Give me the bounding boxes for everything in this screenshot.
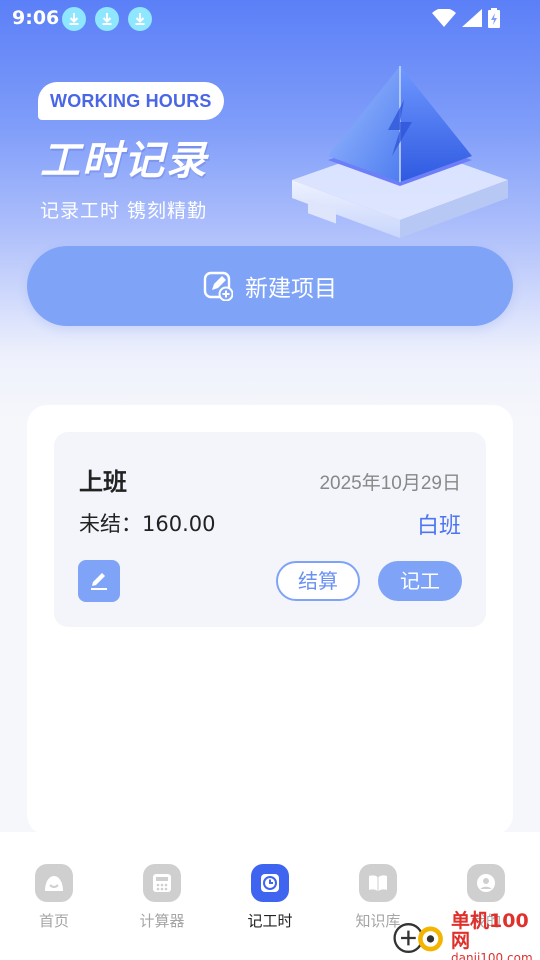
status-bar: 9:06 xyxy=(0,0,540,36)
nav-work-hours[interactable]: 记工时 xyxy=(216,864,324,931)
profile-icon xyxy=(467,864,505,902)
nav-label-work-hours: 记工时 xyxy=(247,912,293,930)
edit-button[interactable] xyxy=(78,560,120,602)
project-card[interactable]: 上班 2025年10月29日 未结：160.00 白班 结算 记工 xyxy=(54,432,486,627)
battery-icon xyxy=(488,8,500,28)
watermark-name: 单机100网 xyxy=(451,910,529,952)
book-icon xyxy=(359,864,397,902)
new-project-button[interactable]: 新建项目 xyxy=(27,246,513,326)
download-icon xyxy=(128,7,152,31)
watermark-logo: 单机100网 danji100.com xyxy=(390,911,540,960)
log-work-button[interactable]: 记工 xyxy=(378,561,462,601)
pencil-icon xyxy=(91,573,107,590)
home-icon xyxy=(35,864,73,902)
shift-type: 白班 xyxy=(416,514,461,539)
unsettled-amount: 未结：160.00 xyxy=(79,512,216,536)
wifi-icon xyxy=(432,9,456,27)
nav-label-home: 首页 xyxy=(38,912,69,930)
page-title: 工时记录 xyxy=(40,137,208,184)
download-icon xyxy=(62,7,86,31)
project-name: 上班 xyxy=(79,468,127,496)
status-time: 9:06 xyxy=(12,7,60,29)
calculator-icon xyxy=(143,864,181,902)
pyramid-illustration xyxy=(292,66,508,238)
hero-subtitle: 记录工时 镌刻精勤 xyxy=(40,200,208,222)
nav-label-calculator: 计算器 xyxy=(139,912,185,930)
download-icon xyxy=(95,7,119,31)
new-project-label: 新建项目 xyxy=(245,276,337,302)
status-indicators xyxy=(432,8,500,28)
nav-calculator[interactable]: 计算器 xyxy=(108,864,216,931)
project-date: 2025年10月29日 xyxy=(319,473,461,494)
signal-icon xyxy=(462,9,482,27)
records-panel: 上班 2025年10月29日 未结：160.00 白班 结算 记工 xyxy=(27,405,513,835)
clock-icon xyxy=(251,864,289,902)
watermark-url: danji100.com xyxy=(451,951,533,960)
working-hours-badge: WORKING HOURS xyxy=(38,82,224,120)
nav-home[interactable]: 首页 xyxy=(0,864,108,931)
add-note-icon xyxy=(203,271,233,301)
watermark-icon xyxy=(393,923,443,953)
settle-button[interactable]: 结算 xyxy=(276,561,360,601)
